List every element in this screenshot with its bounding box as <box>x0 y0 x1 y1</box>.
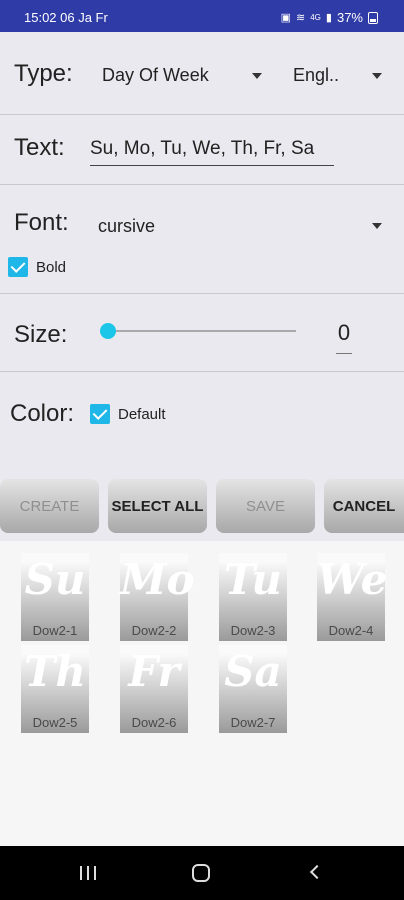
create-button[interactable]: CREATE <box>0 479 99 533</box>
type-dropdown[interactable]: Day Of Week <box>100 52 270 96</box>
status-bar: 15:02 06 Ja Fr ▣ ≋ 4G ▮ 37% <box>0 0 404 32</box>
tile-glyph: Th <box>24 647 86 696</box>
language-dropdown-value: Engl.. <box>293 65 340 85</box>
tile-name: Dow2-7 <box>230 715 276 730</box>
battery-icon <box>368 11 378 24</box>
bold-checkbox[interactable] <box>8 257 28 277</box>
network-type: 4G <box>310 13 321 22</box>
status-icons: ▣ ≋ 4G ▮ 37% <box>281 10 378 25</box>
language-dropdown[interactable]: Engl.. <box>290 52 390 96</box>
wifi-icon: ≋ <box>296 12 306 24</box>
chevron-down-icon <box>372 73 382 79</box>
bold-checkbox-row[interactable]: Bold <box>8 255 88 279</box>
tile-dow2-7[interactable]: Sa Dow2-7 <box>219 645 287 733</box>
tile-dow2-3[interactable]: Tu Dow2-3 <box>219 553 287 641</box>
tile-dow2-6[interactable]: Fr Dow2-6 <box>120 645 188 733</box>
size-slider-thumb[interactable] <box>100 323 116 339</box>
tile-name: Dow2-4 <box>328 623 374 638</box>
type-row: Type: Day Of Week Engl.. <box>0 32 404 115</box>
font-dropdown-value: cursive <box>98 216 156 236</box>
type-dropdown-value: Day Of Week <box>102 65 209 85</box>
size-value-input[interactable]: 0 <box>336 320 352 354</box>
tile-name: Dow2-5 <box>32 715 78 730</box>
default-color-label: Default <box>118 406 166 423</box>
color-row: Color: Default <box>0 372 404 470</box>
tile-dow2-5[interactable]: Th Dow2-5 <box>21 645 89 733</box>
tile-dow2-4[interactable]: We Dow2-4 <box>317 553 388 641</box>
font-label: Font: <box>14 209 69 236</box>
recents-icon[interactable] <box>80 866 98 880</box>
home-icon[interactable] <box>192 864 210 882</box>
type-label: Type: <box>14 60 73 87</box>
cancel-button[interactable]: CANCEL <box>324 479 404 533</box>
bold-label: Bold <box>36 259 67 276</box>
battery-percent: 37% <box>336 10 363 25</box>
default-color-checkbox[interactable] <box>90 404 110 424</box>
chevron-down-icon <box>252 73 262 79</box>
tile-name: Dow2-2 <box>131 623 177 638</box>
status-time: 15:02 06 Ja Fr <box>24 10 108 25</box>
font-dropdown[interactable]: cursive <box>96 205 392 245</box>
size-slider[interactable] <box>108 330 296 332</box>
save-button[interactable]: SAVE <box>216 479 315 533</box>
tile-name: Dow2-3 <box>230 623 276 638</box>
tile-glyph: Tu <box>224 555 282 604</box>
tile-dow2-2[interactable]: Mo Dow2-2 <box>120 553 195 641</box>
tile-dow2-1[interactable]: Su Dow2-1 <box>21 553 89 641</box>
notification-icon: ▣ <box>280 12 292 24</box>
default-color-checkbox-row[interactable]: Default <box>90 402 190 426</box>
tile-glyph: We <box>317 555 388 604</box>
tile-glyph: Sa <box>224 647 282 696</box>
tile-name: Dow2-6 <box>131 715 177 730</box>
size-label: Size: <box>14 321 68 348</box>
tile-glyph: Su <box>24 555 86 604</box>
select-all-button[interactable]: SELECT ALL <box>108 479 207 533</box>
system-nav-bar <box>0 846 404 900</box>
back-icon[interactable] <box>309 864 325 880</box>
font-row: Font: cursive Bold <box>0 185 404 294</box>
chevron-down-icon <box>372 223 382 229</box>
tile-grid: Su Dow2-1 Mo Dow2-2 Tu Dow2-3 We Dow2-4 … <box>0 541 404 846</box>
text-input[interactable]: Su, Mo, Tu, We, Th, Fr, Sa <box>90 136 334 166</box>
tile-name: Dow2-1 <box>32 623 78 638</box>
signal-icon: ▮ <box>325 12 332 24</box>
tile-glyph: Fr <box>128 647 180 696</box>
tile-glyph: Mo <box>120 555 195 604</box>
text-label: Text: <box>14 134 65 161</box>
color-label: Color: <box>10 400 75 427</box>
